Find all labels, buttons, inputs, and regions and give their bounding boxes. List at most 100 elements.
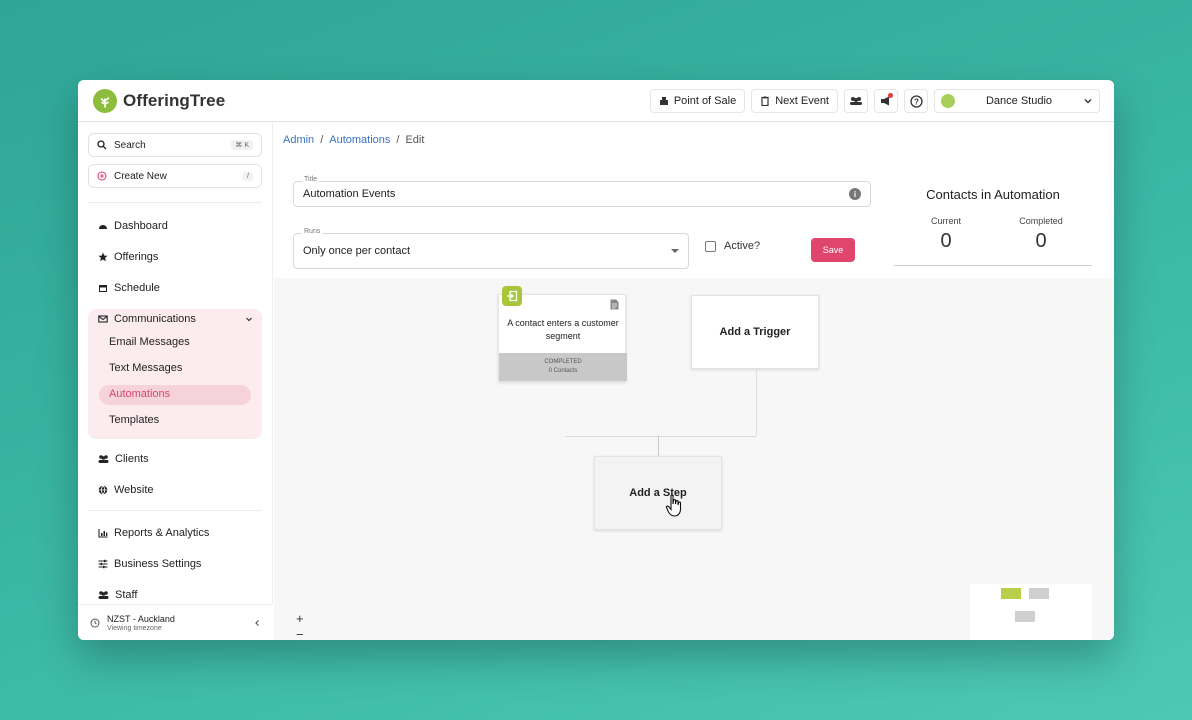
help-button[interactable]: ?: [904, 89, 928, 113]
studio-avatar: [941, 94, 955, 108]
next-event-label: Next Event: [775, 95, 829, 107]
sidebar-item-automations[interactable]: Automations: [109, 388, 170, 400]
sidebar-item-label: Website: [114, 484, 154, 496]
save-button[interactable]: Save: [811, 238, 855, 262]
minimap-node: [1001, 588, 1021, 599]
users-icon: [850, 97, 862, 105]
svg-text:?: ?: [914, 97, 919, 106]
connector-line: [565, 436, 756, 437]
current-label: Current: [930, 216, 961, 226]
active-checkbox[interactable]: [705, 241, 716, 252]
completed-label: Completed: [1019, 216, 1063, 226]
dropdown-arrow-icon: [671, 249, 679, 253]
brand[interactable]: OfferingTree: [93, 88, 225, 113]
notification-dot: [888, 93, 893, 98]
chart-icon: [98, 529, 108, 538]
sidebar-item-offerings[interactable]: Offerings: [98, 248, 158, 266]
breadcrumb: Admin / Automations / Edit: [283, 134, 424, 146]
segment-node-status: COMPLETED 0 Contacts: [499, 353, 627, 381]
sidebar-item-email-messages[interactable]: Email Messages: [109, 336, 190, 348]
sidebar-item-label: Business Settings: [114, 558, 202, 570]
plus-circle-icon: [97, 171, 107, 181]
segment-trigger-node[interactable]: A contact enters a customer segment COMP…: [498, 286, 627, 382]
clock-icon: [90, 618, 100, 627]
globe-icon: [98, 485, 108, 495]
info-icon[interactable]: i: [849, 188, 861, 200]
cash-register-icon: [659, 97, 668, 105]
title-field-label: Title: [302, 176, 319, 183]
sidebar-item-label: Dashboard: [114, 220, 168, 232]
search-shortcut: ⌘ K: [231, 140, 253, 150]
breadcrumb-separator: /: [320, 134, 324, 146]
completed-value: 0: [1035, 230, 1047, 252]
canvas-minimap[interactable]: [970, 584, 1092, 640]
breadcrumb-automations[interactable]: Automations: [329, 134, 390, 146]
sidebar-item-templates[interactable]: Templates: [109, 414, 159, 426]
title-field[interactable]: Title Automation Events i: [293, 176, 871, 207]
point-of-sale-label: Point of Sale: [673, 95, 737, 107]
envelope-icon: [98, 315, 108, 323]
segment-status-label: COMPLETED: [544, 359, 582, 365]
brand-logo-icon: [93, 88, 117, 113]
clipboard-icon: [761, 96, 769, 106]
sidebar-item-communications[interactable]: Communications: [98, 310, 253, 328]
announcements-button[interactable]: [874, 89, 898, 113]
studio-selector[interactable]: Dance Studio: [934, 89, 1100, 113]
point-of-sale-button[interactable]: Point of Sale: [649, 89, 746, 113]
create-new-shortcut: /: [243, 171, 253, 181]
sidebar-item-reports[interactable]: Reports & Analytics: [98, 524, 209, 542]
runs-select-label: Runs: [302, 228, 323, 235]
minimap-node: [1015, 611, 1035, 622]
hand-cursor-icon: [665, 494, 682, 517]
breadcrumb-current: Edit: [405, 134, 425, 146]
sidebar-item-staff[interactable]: Staff: [98, 586, 137, 604]
sidebar-item-website[interactable]: Website: [98, 481, 154, 499]
segment-enter-icon: [502, 286, 522, 306]
sidebar-item-clients[interactable]: Clients: [98, 450, 149, 468]
chevron-down-icon: [246, 317, 252, 322]
add-step-node[interactable]: Add a Step: [594, 456, 722, 530]
next-event-button[interactable]: Next Event: [751, 89, 838, 113]
app-window: OfferingTree Point of Sale Next Event ?: [78, 80, 1114, 640]
runs-select[interactable]: Runs Only once per contact: [293, 228, 689, 269]
zoom-in-button[interactable]: +: [296, 611, 304, 626]
collapse-sidebar-icon[interactable]: [253, 619, 261, 627]
sliders-icon: [98, 559, 108, 569]
calendar-icon: [99, 285, 107, 292]
search-icon: [97, 140, 107, 150]
sidebar-item-dashboard[interactable]: Dashboard: [98, 217, 168, 235]
search-label: Search: [114, 139, 146, 151]
chevron-down-icon: [1084, 99, 1092, 104]
breadcrumb-admin[interactable]: Admin: [283, 134, 314, 146]
dashboard-icon: [99, 225, 107, 229]
active-checkbox-label: Active?: [724, 240, 761, 252]
zoom-out-button[interactable]: −: [296, 627, 304, 640]
sidebar-item-text-messages[interactable]: Text Messages: [109, 362, 182, 374]
sidebar-item-business-settings[interactable]: Business Settings: [98, 555, 201, 573]
current-value: 0: [940, 230, 952, 252]
timezone-name: NZST - Auckland: [107, 613, 175, 624]
users-icon: [98, 455, 109, 463]
segment-node-text: A contact enters a customer segment: [507, 318, 619, 341]
add-trigger-node[interactable]: Add a Trigger: [691, 295, 819, 369]
connector-line: [756, 370, 757, 436]
team-button[interactable]: [844, 89, 868, 113]
sidebar-item-label: Clients: [115, 453, 149, 465]
create-new-label: Create New: [114, 170, 167, 182]
search-box[interactable]: Search ⌘ K: [88, 133, 262, 157]
sidebar-item-label: Staff: [115, 589, 138, 601]
sidebar-item-label: Communications: [114, 313, 196, 325]
timezone-caption: Viewing timezone: [107, 624, 162, 632]
create-new-button[interactable]: Create New /: [88, 164, 262, 188]
timezone-footer[interactable]: NZST - Auckland Viewing timezone: [78, 604, 273, 640]
sidebar: Search ⌘ K Create New / Dashboard Offeri…: [78, 123, 273, 640]
sidebar-item-schedule[interactable]: Schedule: [98, 279, 160, 297]
sidebar-item-label: Reports & Analytics: [114, 527, 210, 539]
star-icon: [98, 252, 108, 262]
sidebar-item-label: Schedule: [114, 282, 160, 294]
help-icon: ?: [909, 94, 923, 108]
document-icon[interactable]: [610, 299, 619, 310]
top-actions: Point of Sale Next Event ? Dance Studio: [649, 89, 1100, 113]
divider: [88, 510, 262, 511]
divider: [88, 202, 262, 203]
